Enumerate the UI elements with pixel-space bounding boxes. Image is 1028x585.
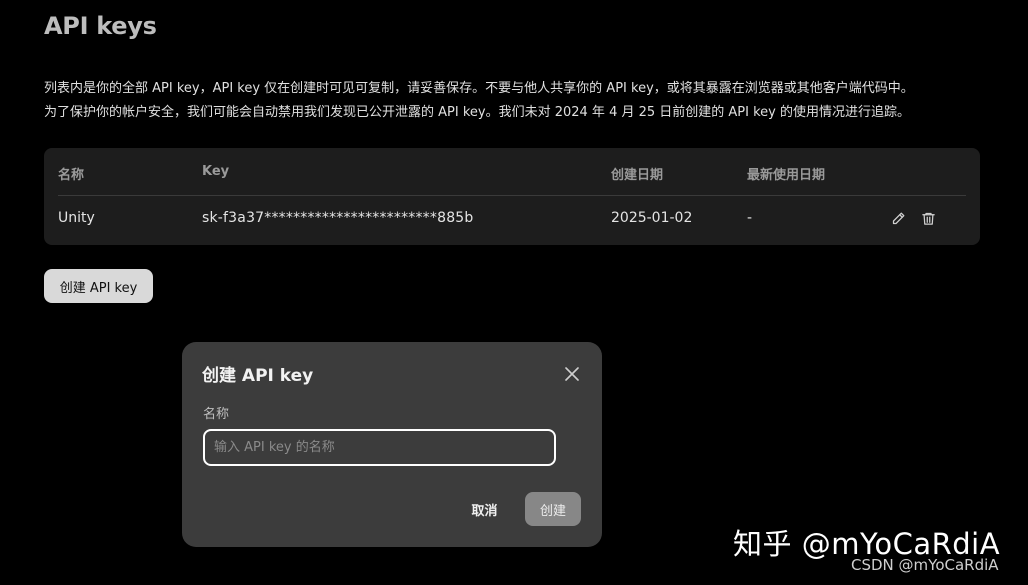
created-date-cell: 2025-01-02 [611,210,693,226]
pencil-icon [892,212,904,224]
cancel-button[interactable]: 取消 [462,494,507,524]
trash-icon [921,212,935,225]
description-line-1: 列表内是你的全部 API key，API key 仅在创建时可见可复制，请妥善保… [44,81,914,96]
dialog-close-button[interactable] [562,364,582,384]
api-keys-page: API keys 列表内是你的全部 API key，API key 仅在创建时可… [0,0,1028,585]
column-header-name: 名称 [58,168,85,183]
create-api-key-button[interactable]: 创建 API key [44,269,153,303]
dialog-title: 创建 API key [202,366,314,386]
column-header-last-used: 最新使用日期 [747,168,826,183]
create-api-key-dialog: 创建 API key 名称 取消 创建 [182,342,602,547]
page-title: API keys [44,12,157,40]
last-used-cell: - [747,210,753,226]
edit-key-button[interactable] [889,209,907,227]
description-line-2: 为了保护你的帐户安全，我们可能会自动禁用我们发现已公开泄露的 API key。我… [44,105,910,120]
column-header-created: 创建日期 [611,168,664,183]
api-keys-table: 名称 Key 创建日期 最新使用日期 Unity sk-f3a37*******… [44,148,980,245]
name-field-label: 名称 [203,407,230,422]
api-key-name-input[interactable] [203,429,556,466]
key-value-cell: sk-f3a37************************885b [202,210,474,226]
create-confirm-button[interactable]: 创建 [525,492,581,526]
key-name-cell: Unity [58,210,95,226]
table-divider [58,195,966,196]
close-icon [565,367,579,381]
page-description: 列表内是你的全部 API key，API key 仅在创建时可见可复制，请妥善保… [44,77,994,125]
delete-key-button[interactable] [919,209,937,227]
column-header-key: Key [202,164,230,179]
csdn-watermark: CSDN @mYoCaRdiA [851,556,999,574]
